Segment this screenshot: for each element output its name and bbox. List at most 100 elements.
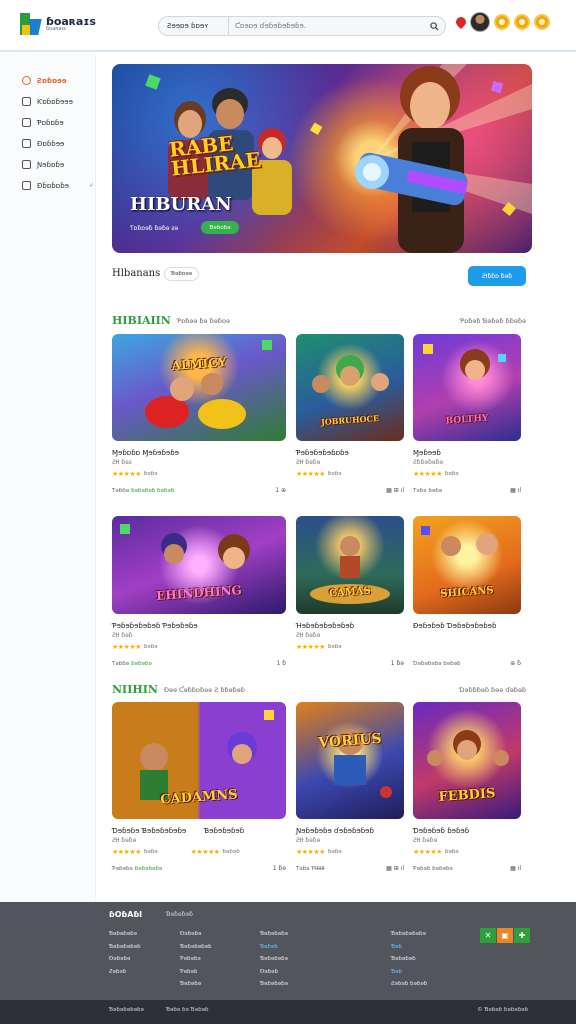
sidebar-item-trophy[interactable]: Ɖɒɓɓɘɘ [22, 139, 94, 148]
sidebar-item-folder[interactable]: Ɖɓɒɓɒɓɘ ✓ [22, 181, 94, 190]
sidebar-item-label: Ƙɒɓɒɓɘɘɘ [37, 97, 73, 106]
footer-link[interactable]: Ɓɘɓɘɓɘɓɘ [109, 928, 141, 941]
section-title: Hlbanans [112, 268, 161, 279]
social-icon[interactable]: ✕ [480, 928, 496, 943]
game-title[interactable]: Ɲɘɓɘɓɘɓɘ ɗɘɓɘɓɘɓɘɓ [296, 827, 404, 837]
rating-count: ɓɘɓɘ [444, 849, 459, 855]
game-title[interactable]: Ɦɘɓɘɓɘɓɘɓɘɓɘɓ [296, 622, 404, 632]
footer-link[interactable]: Ɓɘɓɘɓɘɓɘ [260, 953, 288, 966]
game-title[interactable]: Ɱɘɓɘɘɓ [413, 449, 521, 459]
game-price: Ɗɘɓɘɓɘɓɘ ɓɘɓɘɓ [413, 660, 461, 667]
game-subtitle: ƧƗƗ ɓɘɓɘ [296, 459, 321, 466]
game-thumbnail[interactable]: FEBDIS [413, 702, 521, 819]
rewards-icon[interactable] [514, 14, 530, 30]
game-title[interactable]: Ɗɘɓɘɓɘ Ɓɘɓɘɓɘɓɘɓɘ [112, 827, 286, 837]
game-subtitle: ƧƗƗ ɓɘɓ [112, 632, 133, 639]
footer-link[interactable]: Ɓɘɓ [391, 941, 427, 954]
footer-link[interactable]: Ƥɘɓɘɓ [180, 966, 212, 979]
game-title[interactable]: Ɓɘɓɘɓɘɓɘɓ [204, 827, 244, 835]
game-art [334, 729, 392, 798]
game-card[interactable]: FEBDIS Ɗɘɓɘɓɘɓ ɓɘɓɘɓ ƧƗƗ ɓɘɓɘ ★★★★★ ɓɘɓɘ … [413, 702, 521, 872]
rating-count: ɓɘɓɘ [143, 849, 158, 855]
rating-count: ɓɘɓɘ [143, 644, 158, 650]
game-price: Ƭɘɓɘ ƤƗƗƗƗƗƗ [296, 865, 325, 872]
footer-link[interactable]: Ɓɘɓɘɓɘɓɘɓɘ [391, 928, 427, 941]
game-card[interactable]: BOLTHY Ɱɘɓɘɘɓ Ƨɓɓɘɓɘɓɘ ★★★★★ ɓɘɓɘ Ƭɘɓɘ ɓɘ… [413, 334, 521, 494]
footer-link[interactable]: Ɓɘɓɘɓɘ [180, 978, 212, 991]
section-view-all-button[interactable]: ƧƗɓɓɒ ɓɘɓ [468, 266, 526, 286]
game-thumbnail[interactable]: BOLTHY [413, 334, 521, 441]
game-card[interactable]: CADAMNS Ɗɘɓɘɓɘ Ɓɘɓɘɓɘɓɘɓɘ ƧƗƗ ɓɘɓɘ ★★★★★… [112, 702, 286, 872]
game-title[interactable]: Ɱɘɓɒɓɒ Ɱɘɓɘɓɘɓɘ [112, 449, 286, 459]
game-actions-icon[interactable]: 1 ⊕ [275, 487, 286, 494]
footer-link[interactable]: Ɓɘɓɘɓɘɓɘɓ [109, 941, 141, 954]
footer-link[interactable]: Ɓɘɓɘɓɘɓɘ [260, 928, 288, 941]
game-title[interactable]: Ɗɘɓɘɓɘɓ ɓɘɓɘɓ [413, 827, 521, 837]
game-thumbnail[interactable]: CADAMNS [112, 702, 286, 819]
footer-link[interactable]: Ɖɘɓɘɓɘ [180, 928, 212, 941]
footer-link[interactable]: Ɓɘɓ [391, 966, 427, 979]
footer-link[interactable]: Ɓɘɓɘɓ [260, 941, 288, 954]
rating-count: ɓɘɓɘ [143, 471, 158, 477]
game-title[interactable]: Ƥɘɓɘɓɘɓɘɓɘɓ Ƥɘɓɘɓɘɓɘ [112, 622, 286, 632]
game-thumbnail[interactable]: SHICANS [413, 516, 521, 614]
game-actions-icon[interactable]: ▦ ⊞ ıl [386, 865, 404, 872]
game-card[interactable]: ALMICY Ɱɘɓɒɓɒ Ɱɘɓɘɓɘɓɘ ƧƗƗ ɓɘƨ ★★★★★ ɓɘɓɘ… [112, 334, 286, 494]
section-filter-chip[interactable]: Ɓɘɓɒɘɘ [164, 267, 199, 281]
footer-link[interactable]: Ɓɘɓɘɓɘɓ [391, 953, 427, 966]
avatar[interactable] [470, 12, 490, 32]
location-pin-icon[interactable] [453, 14, 469, 30]
footer-link[interactable]: Ɓɘɓɘɓɘɓɘ [260, 978, 288, 991]
game-card[interactable]: SHICANS Ɖɘɓɘɓɘɓ Ɗɘɓɘɓɘɓɘɓɘɓ Ɗɘɓɘɓɘɓɘ ɓɘɓ… [413, 516, 521, 667]
sidebar-item-home[interactable]: Ƨɒɓɒɘɘ [22, 76, 94, 85]
game-card[interactable]: CAMAS Ɦɘɓɘɓɘɓɘɓɘɓɘɓ ƧƗƗ ɓɘɓɘ ★★★★★ ɓɘɓɘ 1… [296, 516, 404, 667]
copyright-left: Ɓɘɓɘɓɘɓɘɓɘ [109, 1007, 144, 1013]
game-card[interactable]: VORIUS Ɲɘɓɘɓɘɓɘ ɗɘɓɘɓɘɓɘɓ ƧƗƗ ɓɘɓɘ ★★★★★… [296, 702, 404, 872]
copyright-links[interactable]: Ɓɘɓɘ ɓɘ Ɓɘɓɘɓ [166, 1007, 208, 1013]
footer-link[interactable]: Ɖɘɓɘɓɘ [109, 953, 141, 966]
game-card[interactable]: JOBRUHOCE Ƥɘɓɘɓɘɓɘɓɒɓɘ ƧƗƗ ɓɘɓɘ ★★★★★ ɓɘɓ… [296, 334, 404, 494]
sidebar-item-news[interactable]: Ƥɒɓɒɓɘ [22, 118, 94, 127]
game-actions-icon[interactable]: ⊕ ɓ [510, 660, 521, 667]
site-logo[interactable]: ɓoaʀaɪs ɓoaʀaɪs [20, 13, 96, 35]
chat-icon [22, 160, 31, 169]
social-icon[interactable]: ▣ [497, 928, 513, 943]
footer-link[interactable]: Ƨɘɓɘɓ ɓɘɓɘɓ [391, 978, 427, 991]
game-title[interactable]: Ƥɘɓɘɓɘɓɘɓɒɓɘ [296, 449, 404, 459]
game-thumbnail[interactable]: JOBRUHOCE [296, 334, 404, 441]
wallet-icon[interactable] [534, 14, 550, 30]
social-icon[interactable]: ✚ [514, 928, 530, 943]
coin-icon[interactable] [494, 14, 510, 30]
hero-banner[interactable]: RABE HLIRAE HIBURAN Ƭɒɓɒɘɓ ɓɘɓɘ ƨɘ Ɓɘɓɒɓ… [112, 64, 532, 253]
game-thumbnail[interactable]: EHINDHING [112, 516, 286, 614]
sidebar-item-chat[interactable]: Ɲɘɓɒɓɘ [22, 160, 94, 169]
game-card[interactable]: EHINDHING Ƥɘɓɘɓɘɓɘɓɘɓ Ƥɘɓɘɓɘɓɘ ƧƗƗ ɓɘɓ ★… [112, 516, 286, 667]
game-thumbnail[interactable]: CAMAS [296, 516, 404, 614]
footer-link[interactable]: Ƨɘɓɘɓ [109, 966, 141, 979]
search-category-select[interactable]: Ƨɘɘɒɘ ɓɒɘʏ [159, 17, 229, 35]
hero-play-button[interactable]: Ɓɘɓɒɓɘ [201, 221, 239, 234]
row-see-all-link[interactable]: Ƥɒɓɘɓ Ɓɘɓɘɓ ɓɓɘɓɘ [460, 317, 526, 325]
check-icon: ✓ [88, 182, 94, 189]
game-actions-icon[interactable]: ▦ ıl [510, 487, 521, 494]
sidebar-item-label: Ƥɒɓɒɓɘ [37, 118, 64, 127]
game-thumbnail[interactable]: ALMICY [112, 334, 286, 441]
game-thumbnail[interactable]: VORIUS [296, 702, 404, 819]
row-see-all-link[interactable]: Ɗɘɓɓɓɘɓ ɓɘɘ ɗɘɓɘɓ [459, 686, 526, 694]
game-actions-icon[interactable]: ▦ ıl [510, 865, 521, 872]
sidebar-item-games[interactable]: Ƙɒɓɒɓɘɘɘ [22, 97, 94, 106]
game-actions-icon[interactable]: 1 ɓ [276, 660, 286, 667]
footer-link[interactable]: Ɓɘɓɘɓɘɓɘɓ [180, 941, 212, 954]
search-button[interactable] [423, 17, 445, 35]
game-actions-icon[interactable]: 1 ɓɘ [391, 660, 404, 667]
game-actions-icon[interactable]: ▦ ⊞ ıl [386, 487, 404, 494]
game-actions-icon[interactable]: 1 ɓɘ [273, 865, 286, 872]
game-title[interactable]: Ɖɘɓɘɓɘɓ Ɗɘɓɘɓɘɓɘɓɘɓ [413, 622, 521, 632]
footer-link[interactable]: Ƥɘɓɘɓɘ [180, 953, 212, 966]
footer-link[interactable]: Ɖɘɓɘɓ [260, 966, 288, 979]
footer-brand: ɓOɓAɓI [109, 910, 143, 919]
sidebar-item-label: Ɖɓɒɓɒɓɘ [37, 181, 69, 190]
search-bar: Ƨɘɘɒɘ ɓɒɘʏ [158, 16, 446, 36]
search-input[interactable] [229, 22, 423, 30]
social-links: ✕ ▣ ✚ [480, 928, 530, 943]
